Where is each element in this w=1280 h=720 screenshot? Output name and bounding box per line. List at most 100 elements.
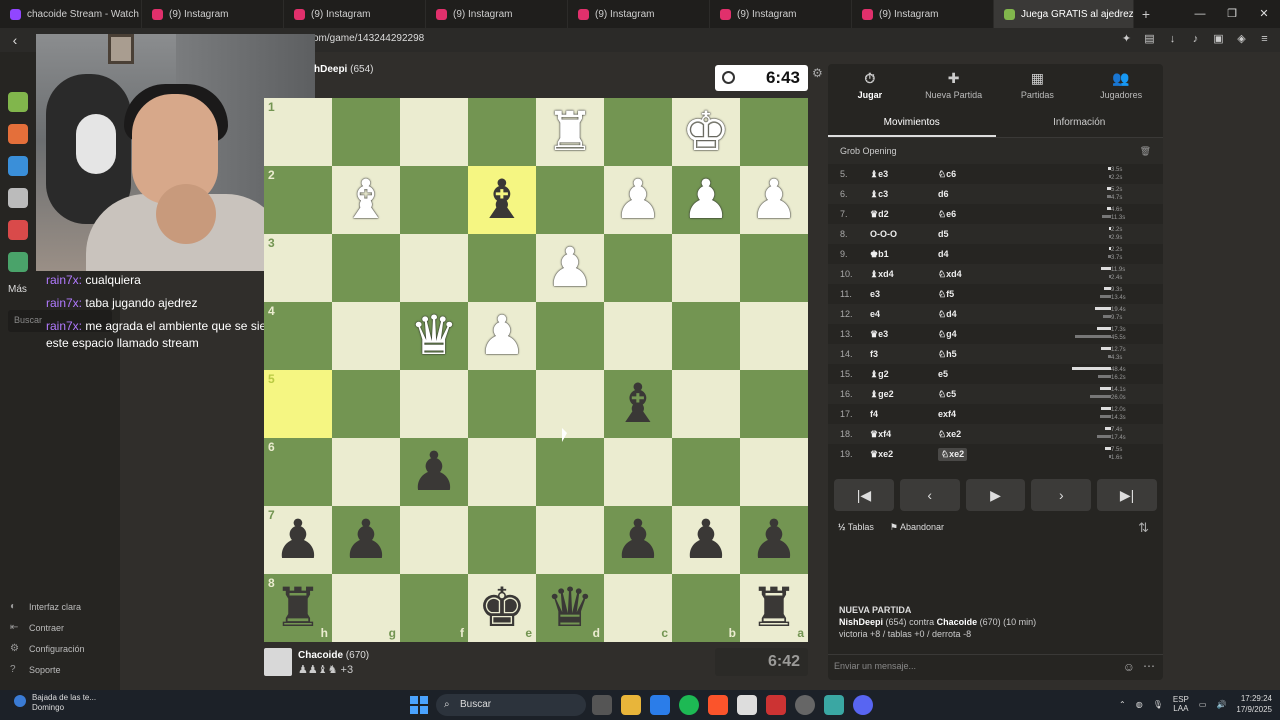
white-pawn-icon[interactable]: ♟: [740, 166, 808, 234]
board-square[interactable]: [468, 98, 536, 166]
black-move[interactable]: ♘c6: [938, 169, 956, 180]
board-square[interactable]: [672, 370, 740, 438]
maximize-icon[interactable]: ❐: [1216, 0, 1248, 28]
flip-board-icon[interactable]: ⇅: [1138, 520, 1149, 536]
board-square[interactable]: 4: [264, 302, 332, 370]
watch-icon[interactable]: [8, 188, 28, 208]
black-bishop-icon[interactable]: ♝: [468, 166, 536, 234]
white-queen-icon[interactable]: ♛: [400, 302, 468, 370]
board-square[interactable]: 8 h ♜: [264, 574, 332, 642]
white-pawn-icon[interactable]: ♟: [536, 234, 604, 302]
black-move[interactable]: d4: [938, 249, 949, 259]
board-square[interactable]: [400, 506, 468, 574]
trash-icon[interactable]: 🗑: [1140, 146, 1151, 157]
discord-icon[interactable]: [853, 695, 873, 715]
board-square[interactable]: [536, 438, 604, 506]
more-options-icon[interactable]: ⋯: [1143, 659, 1155, 673]
black-pawn-icon[interactable]: ♟: [400, 438, 468, 506]
nav-item-soporte[interactable]: ? Soporte: [0, 659, 120, 680]
weather-widget[interactable]: Bajada de las te... Domingo: [14, 693, 96, 713]
board-square[interactable]: ♟: [536, 234, 604, 302]
board-square[interactable]: ♜: [536, 98, 604, 166]
board-square[interactable]: ♝: [468, 166, 536, 234]
wallet-icon[interactable]: ▣: [1211, 32, 1226, 47]
board-square[interactable]: c: [604, 574, 672, 642]
url-text[interactable]: om/game/143244292298: [313, 33, 424, 44]
browser-tab[interactable]: (9) Instagram: [710, 0, 852, 28]
black-pawn-icon[interactable]: ♟: [604, 506, 672, 574]
chess-board[interactable]: 1 ♜ ♚ 2 ♝ ♝ ♟ ♟ ♟ 3 ♟ 4 ♛ ♟ 5 ♝ 6 ♟ 7 ♟ ♟ ♟ ♟ ♟ 8 h ♜ g f e ♚ d ♛ c b a ♜: [264, 98, 808, 642]
mic-icon[interactable]: 🎙: [1153, 700, 1163, 709]
message-input[interactable]: Enviar un mensaje... ☺ ⋯: [828, 654, 1163, 678]
board-square[interactable]: [536, 302, 604, 370]
board-square[interactable]: [740, 302, 808, 370]
close-icon[interactable]: ✕: [1248, 0, 1280, 28]
board-square[interactable]: ♟: [604, 166, 672, 234]
bottom-player-name[interactable]: Chacoide: [298, 650, 343, 661]
language-indicator[interactable]: ESP LAA: [1173, 695, 1189, 713]
white-move[interactable]: ♛xf4: [870, 429, 891, 440]
display-icon[interactable]: ▭: [1199, 700, 1207, 709]
board-square[interactable]: [400, 234, 468, 302]
panel-tab-partidas[interactable]: ▦ Partidas: [996, 64, 1080, 110]
board-square[interactable]: e ♚: [468, 574, 536, 642]
board-square[interactable]: [740, 234, 808, 302]
volume-icon[interactable]: 🔊: [1216, 700, 1226, 709]
brave-icon[interactable]: [708, 695, 728, 715]
board-square[interactable]: [332, 234, 400, 302]
black-pawn-icon[interactable]: ♟: [264, 506, 332, 574]
board-square[interactable]: [604, 234, 672, 302]
board-square[interactable]: [536, 370, 604, 438]
menu-icon[interactable]: ≡: [1257, 32, 1272, 47]
black-rook-icon[interactable]: ♜: [740, 574, 808, 642]
edge-icon[interactable]: [650, 695, 670, 715]
board-square[interactable]: ♝: [332, 166, 400, 234]
browser-tab[interactable]: chacoide Stream - Watch L: [0, 0, 142, 28]
black-king-icon[interactable]: ♚: [468, 574, 536, 642]
chat-username[interactable]: rain7x:: [46, 319, 82, 333]
learn-icon[interactable]: [8, 156, 28, 176]
white-move[interactable]: ♝g2: [870, 369, 889, 380]
board-square[interactable]: [604, 438, 672, 506]
board-square[interactable]: ♚: [672, 98, 740, 166]
board-square[interactable]: ♟: [332, 506, 400, 574]
board-square[interactable]: [672, 234, 740, 302]
board-square[interactable]: ♟: [672, 166, 740, 234]
minimize-icon[interactable]: —: [1184, 0, 1216, 28]
black-pawn-icon[interactable]: ♟: [672, 506, 740, 574]
white-move[interactable]: ♛d2: [870, 209, 889, 220]
white-player-name[interactable]: NishDeepi: [839, 617, 883, 627]
extensions-icon[interactable]: ✦: [1119, 32, 1134, 47]
board-square[interactable]: [332, 302, 400, 370]
panel-tab-jugadores[interactable]: 👥 Jugadores: [1079, 64, 1163, 110]
black-move[interactable]: ♘f5: [938, 289, 954, 300]
black-move[interactable]: ♘h5: [938, 349, 957, 360]
store-icon[interactable]: [737, 695, 757, 715]
play-button[interactable]: ▶: [965, 479, 1026, 511]
white-move[interactable]: f4: [870, 409, 878, 419]
avatar[interactable]: [264, 648, 292, 676]
black-move[interactable]: ♘d4: [938, 309, 957, 320]
black-bishop-icon[interactable]: ♝: [604, 370, 672, 438]
browser-tab[interactable]: (9) Instagram: [426, 0, 568, 28]
new-tab-icon[interactable]: +: [1134, 6, 1158, 22]
black-queen-icon[interactable]: ♛: [536, 574, 604, 642]
previous-move-button[interactable]: ‹: [899, 479, 960, 511]
white-move[interactable]: ♛xe2: [870, 449, 893, 460]
white-move[interactable]: f3: [870, 349, 878, 359]
browser-tab[interactable]: (9) Instagram: [568, 0, 710, 28]
network-icon[interactable]: ◍: [1136, 700, 1143, 709]
board-square[interactable]: f: [400, 574, 468, 642]
white-bishop-icon[interactable]: ♝: [332, 166, 400, 234]
subtab-información[interactable]: Información: [996, 110, 1164, 137]
subtab-movimientos[interactable]: Movimientos: [828, 110, 996, 137]
file-explorer-icon[interactable]: [621, 695, 641, 715]
next-move-button[interactable]: ›: [1031, 479, 1092, 511]
board-square[interactable]: [740, 438, 808, 506]
top-player-name[interactable]: hDeepi: [314, 64, 347, 75]
panel-tab-nueva-partida[interactable]: ✚ Nueva Partida: [912, 64, 996, 110]
board-square[interactable]: [740, 98, 808, 166]
browser-tab[interactable]: (9) Instagram: [852, 0, 994, 28]
browser-tab[interactable]: (9) Instagram: [284, 0, 426, 28]
sidebar-icon[interactable]: ▤: [1142, 32, 1157, 47]
